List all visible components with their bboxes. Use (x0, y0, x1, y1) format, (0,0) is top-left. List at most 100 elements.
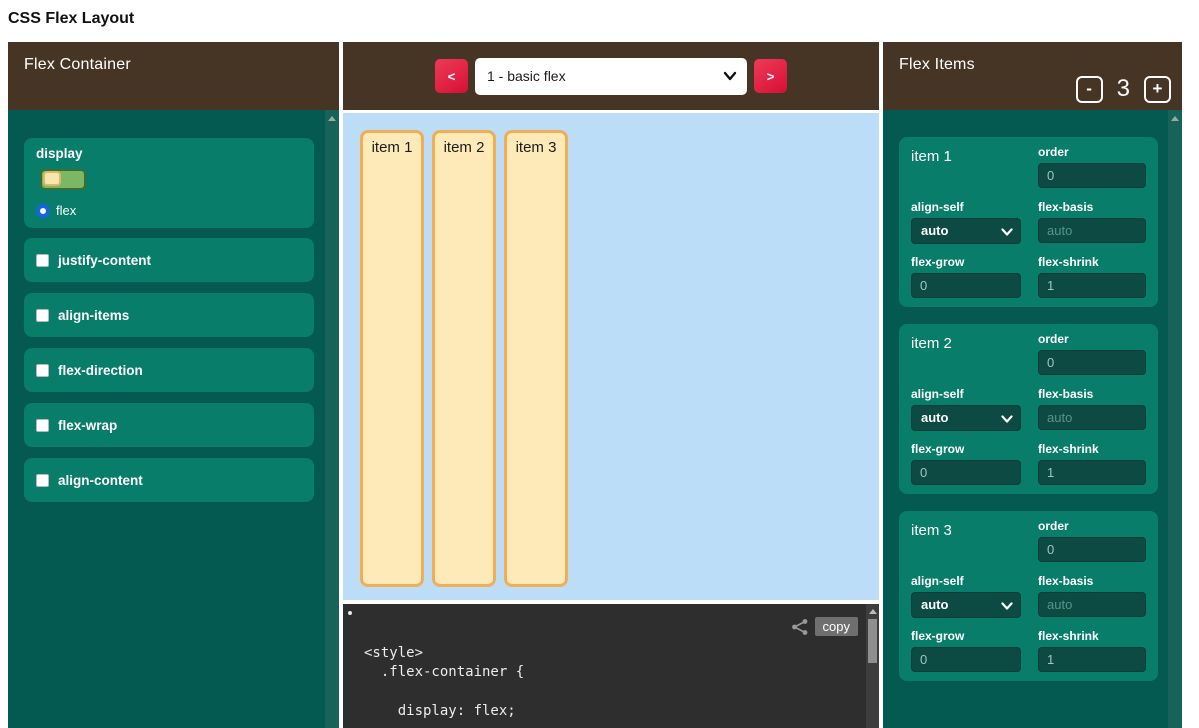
remove-item-button[interactable]: - (1076, 76, 1103, 103)
scroll-up-icon[interactable] (1171, 116, 1179, 121)
flex-container-body: display flex justify-content align-items… (8, 110, 339, 728)
align-items-card: align-items (24, 293, 314, 337)
share-icon[interactable] (791, 618, 809, 636)
flex-grow-label: flex-grow (911, 255, 1021, 269)
align-items-checkbox[interactable] (36, 309, 49, 322)
example-select-value: 1 - basic flex (487, 68, 566, 84)
right-panel-scrollbar[interactable] (1168, 110, 1182, 728)
flex-basis-label: flex-basis (1038, 200, 1146, 214)
flex-grow-label: flex-grow (911, 442, 1021, 456)
item-count: 3 (1117, 75, 1130, 103)
item-2-flex-basis-input[interactable] (1038, 405, 1146, 430)
item-2-align-self-select[interactable]: auto (911, 405, 1021, 431)
scrollbar-thumb[interactable] (868, 619, 877, 663)
code-cursor-dot (348, 611, 352, 615)
chevron-down-icon (723, 70, 737, 82)
chevron-down-icon (1001, 601, 1013, 611)
item-3-title: item 3 (911, 519, 1021, 563)
align-self-label: align-self (911, 574, 1021, 588)
preview-panel: < 1 - basic flex > item 1 item 2 item 3 … (343, 42, 879, 728)
code-line: display: flex; (364, 702, 524, 721)
item-3-flex-basis-input[interactable] (1038, 592, 1146, 617)
code-scrollbar[interactable] (866, 604, 879, 728)
stage-item-3: item 3 (504, 130, 568, 587)
scroll-up-icon[interactable] (328, 116, 336, 121)
chevron-down-icon (1001, 414, 1013, 424)
align-content-label: align-content (58, 473, 143, 488)
align-self-label: align-self (911, 200, 1021, 214)
display-toggle[interactable] (40, 169, 86, 190)
item-3-flex-shrink-input[interactable] (1038, 647, 1146, 672)
scroll-up-icon[interactable] (869, 609, 877, 614)
flex-container-panel: Flex Container display flex justify-cont… (8, 42, 339, 728)
flex-basis-label: flex-basis (1038, 574, 1146, 588)
page-title: CSS Flex Layout (8, 10, 134, 28)
flex-basis-label: flex-basis (1038, 387, 1146, 401)
item-3-order-input[interactable] (1038, 537, 1146, 562)
code-panel: <style> .flex-container { display: flex;… (343, 604, 879, 728)
code-line: <style> (364, 644, 524, 663)
flex-items-panel: Flex Items - 3 + item 1 order align-self… (883, 42, 1182, 728)
item-1-align-self-select[interactable]: auto (911, 218, 1021, 244)
flex-direction-label: flex-direction (58, 363, 143, 378)
next-example-button[interactable]: > (754, 59, 787, 93)
flex-shrink-label: flex-shrink (1038, 255, 1146, 269)
flex-shrink-label: flex-shrink (1038, 442, 1146, 456)
flex-wrap-card: flex-wrap (24, 403, 314, 447)
item-1-flex-shrink-input[interactable] (1038, 273, 1146, 298)
align-self-label: align-self (911, 387, 1021, 401)
display-label: display (36, 146, 302, 161)
display-flex-radio-row: flex (36, 203, 302, 218)
stage-item-2: item 2 (432, 130, 496, 587)
item-2-flex-grow-input[interactable] (911, 460, 1021, 485)
item-2-title: item 2 (911, 332, 1021, 376)
flex-direction-checkbox[interactable] (36, 364, 49, 377)
justify-content-card: justify-content (24, 238, 314, 282)
order-label: order (1038, 332, 1146, 346)
justify-content-label: justify-content (58, 253, 151, 268)
flex-wrap-label: flex-wrap (58, 418, 117, 433)
flex-items-title: Flex Items (899, 56, 1166, 74)
flex-shrink-label: flex-shrink (1038, 629, 1146, 643)
flex-container-title: Flex Container (24, 56, 323, 74)
code-block: <style> .flex-container { display: flex; (364, 644, 524, 721)
item-1-card: item 1 order align-self auto flex-basis (899, 137, 1158, 307)
order-label: order (1038, 145, 1146, 159)
item-2-flex-shrink-input[interactable] (1038, 460, 1146, 485)
item-3-flex-grow-input[interactable] (911, 647, 1021, 672)
copy-button[interactable]: copy (815, 617, 858, 636)
align-content-checkbox[interactable] (36, 474, 49, 487)
item-2-order-input[interactable] (1038, 350, 1146, 375)
prev-example-button[interactable]: < (435, 59, 468, 93)
align-items-label: align-items (58, 308, 129, 323)
code-line: .flex-container { (364, 663, 524, 682)
justify-content-checkbox[interactable] (36, 254, 49, 267)
align-content-card: align-content (24, 458, 314, 502)
toggle-knob (43, 171, 61, 186)
preview-header: < 1 - basic flex > (343, 42, 879, 110)
item-1-flex-grow-input[interactable] (911, 273, 1021, 298)
flex-items-body: item 1 order align-self auto flex-basis (883, 110, 1182, 728)
display-card: display flex (24, 138, 314, 228)
flex-direction-card: flex-direction (24, 348, 314, 392)
left-panel-scrollbar[interactable] (325, 110, 339, 728)
item-1-title: item 1 (911, 145, 1021, 189)
add-item-button[interactable]: + (1144, 76, 1171, 103)
flex-wrap-checkbox[interactable] (36, 419, 49, 432)
flex-radio[interactable] (36, 204, 50, 218)
item-1-order-input[interactable] (1038, 163, 1146, 188)
stage-item-1: item 1 (360, 130, 424, 587)
item-3-card: item 3 order align-self auto flex-basis (899, 511, 1158, 681)
item-1-flex-basis-input[interactable] (1038, 218, 1146, 243)
item-3-align-self-select[interactable]: auto (911, 592, 1021, 618)
item-count-controls: - 3 + (1076, 75, 1171, 103)
flex-radio-label: flex (56, 203, 76, 218)
flex-preview-stage: item 1 item 2 item 3 (343, 113, 879, 600)
chevron-down-icon (1001, 227, 1013, 237)
flex-container-header: Flex Container (8, 42, 339, 110)
code-line (364, 682, 524, 701)
flex-grow-label: flex-grow (911, 629, 1021, 643)
flex-items-header: Flex Items - 3 + (883, 42, 1182, 110)
example-select[interactable]: 1 - basic flex (475, 58, 747, 95)
item-2-card: item 2 order align-self auto flex-basis (899, 324, 1158, 494)
